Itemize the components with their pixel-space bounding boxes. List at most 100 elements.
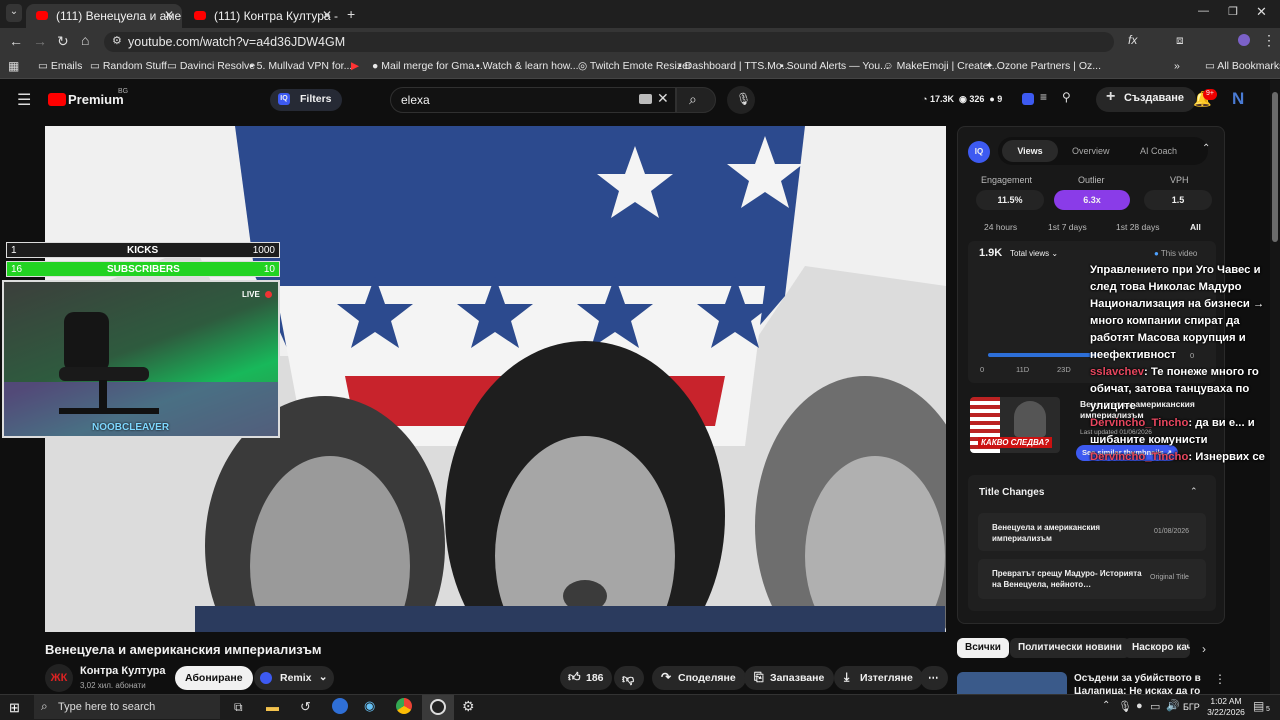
- chip-political-news[interactable]: Политически новини: [1010, 638, 1130, 658]
- youtube-logo-icon[interactable]: [48, 93, 66, 106]
- tab-overview[interactable]: Overview: [1072, 146, 1110, 156]
- chrome-profile-icon[interactable]: [332, 698, 348, 714]
- back-icon[interactable]: ←: [9, 33, 23, 49]
- filters-button[interactable]: IQ Filters: [270, 89, 342, 111]
- task-view-icon[interactable]: ⧉: [234, 700, 243, 715]
- scrollbar-thumb[interactable]: [1272, 92, 1278, 242]
- apps-grid-icon[interactable]: ▦: [8, 59, 19, 73]
- rec-menu-icon[interactable]: ⋮: [1214, 672, 1226, 686]
- tab-views[interactable]: Views: [1002, 140, 1058, 162]
- title-changes-chevron-icon[interactable]: ⌃: [1190, 486, 1198, 497]
- range-7d[interactable]: 1st 7 days: [1048, 222, 1087, 232]
- extensions-icon[interactable]: ⧈: [1176, 33, 1184, 48]
- browser-menu-icon[interactable]: ⋮: [1262, 32, 1276, 49]
- keyboard-icon[interactable]: [639, 94, 652, 104]
- tab-kontra[interactable]: (111) Контра Култура - YouTub… ✕: [184, 4, 340, 28]
- range-24h[interactable]: 24 hours: [984, 222, 1017, 232]
- notification-center-icon[interactable]: ▤: [1253, 699, 1264, 713]
- new-tab-icon[interactable]: +: [347, 6, 355, 22]
- taskbar-app-icon[interactable]: ↺: [300, 699, 311, 715]
- search-input[interactable]: elexa: [390, 87, 676, 113]
- channel-avatar[interactable]: ЖК: [45, 664, 73, 692]
- bookmark-tts[interactable]: ▪ Dashboard | TTS.Mo...: [678, 60, 790, 72]
- maximize-icon[interactable]: ❐: [1228, 5, 1238, 18]
- bookmark-sound-alerts[interactable]: ▪ Sound Alerts — You...: [780, 60, 889, 72]
- save-button[interactable]: ⎘ Запазване: [744, 666, 835, 690]
- bookmarks-overflow-icon[interactable]: »: [1174, 60, 1180, 72]
- rec-thumbnail[interactable]: [957, 672, 1067, 694]
- home-icon[interactable]: ⌂: [81, 32, 89, 48]
- page-scrollbar[interactable]: [1270, 80, 1280, 694]
- live-badge: LIVE: [242, 290, 260, 299]
- tab-close-icon[interactable]: ✕: [322, 8, 332, 22]
- more-actions-button[interactable]: ⋯: [920, 666, 948, 690]
- bookmark-ozone[interactable]: ✦ Ozone Partners | Oz...: [985, 60, 1101, 72]
- search-button[interactable]: ⌕: [676, 87, 716, 113]
- chrome-icon[interactable]: [396, 698, 412, 714]
- chip-all[interactable]: Всички: [957, 638, 1009, 658]
- site-info-icon[interactable]: ⚙: [112, 34, 122, 47]
- address-input[interactable]: ⚙ youtube.com/watch?v=a4d36JDW4GM: [104, 32, 1114, 52]
- url-text: youtube.com/watch?v=a4d36JDW4GM: [128, 35, 346, 49]
- premium-logo[interactable]: Premium: [68, 92, 124, 107]
- share-button[interactable]: ↷ Споделяне: [652, 666, 746, 690]
- bookmark-youtube-icon[interactable]: ▶: [351, 60, 359, 72]
- language-indicator[interactable]: БГР: [1183, 702, 1200, 712]
- close-window-icon[interactable]: ✕: [1256, 4, 1267, 20]
- similar-thumbnail[interactable]: КАКВО СЛЕДВА?: [970, 397, 1060, 453]
- taskbar-search[interactable]: ⌕ Type here to search: [34, 695, 220, 719]
- like-button[interactable]: 👍︎ 186: [560, 666, 612, 690]
- tray-mic-icon[interactable]: 🎙: [1118, 700, 1132, 713]
- extension-fx-icon[interactable]: fx: [1128, 33, 1137, 47]
- tray-volume-icon[interactable]: 🔊: [1166, 699, 1180, 712]
- channel-name[interactable]: Контра Култура: [80, 665, 166, 677]
- hamburger-menu-icon[interactable]: ☰: [17, 90, 31, 110]
- share-icon: ↷: [661, 670, 672, 684]
- bookmark-random-stuff[interactable]: ▭ Random Stuff: [90, 60, 167, 72]
- bookmark-mail-merge[interactable]: ● Mail merge for Gma...: [372, 60, 483, 72]
- vidiq-toolbar-icon[interactable]: [1022, 93, 1034, 105]
- minimize-icon[interactable]: —: [1198, 5, 1209, 17]
- all-bookmarks[interactable]: ▭ All Bookmarks: [1205, 60, 1280, 72]
- forward-icon[interactable]: →: [33, 33, 47, 49]
- tab-venezuela[interactable]: (111) Венецуела и америк… ✕: [26, 4, 182, 28]
- list-icon[interactable]: ≡: [1040, 90, 1047, 104]
- clear-search-icon[interactable]: ✕: [657, 90, 669, 107]
- bookmark-mullvad[interactable]: ▪ 5. Mullvad VPN for...: [250, 60, 352, 72]
- bookmark-watch-learn[interactable]: ▪ Watch & learn how...: [476, 60, 579, 72]
- bookmark-makeemoji[interactable]: ☺ MakeEmoji | Create...: [883, 60, 997, 72]
- tray-chevron-icon[interactable]: ⌃: [1102, 700, 1110, 711]
- profile-avatar[interactable]: [1238, 34, 1250, 46]
- download-button[interactable]: ⤓ Изтегляне: [834, 666, 923, 690]
- file-explorer-icon[interactable]: ▬: [266, 699, 279, 714]
- windows-start-icon[interactable]: ⊞: [9, 700, 20, 716]
- total-views-select[interactable]: Total views ⌄: [1010, 249, 1058, 258]
- dislike-button[interactable]: 👎︎: [614, 666, 644, 690]
- range-28d[interactable]: 1st 28 days: [1116, 222, 1159, 232]
- remix-button[interactable]: Remix ⌄: [254, 666, 334, 690]
- tab-close-icon[interactable]: ✕: [164, 8, 174, 22]
- trophy-icon[interactable]: ⚲: [1062, 90, 1071, 104]
- tray-network-icon[interactable]: ▭: [1150, 700, 1160, 713]
- taskbar-clock[interactable]: 1:02 AM 3/22/2026: [1202, 696, 1250, 718]
- reload-icon[interactable]: ↻: [57, 33, 69, 50]
- bookmark-emails[interactable]: ▭ Emails: [38, 60, 82, 72]
- bookmark-davinci[interactable]: ▭ Davinci Resolve: [167, 60, 255, 72]
- steam-icon[interactable]: ◉: [364, 698, 375, 714]
- tab-ai-coach[interactable]: AI Coach: [1140, 146, 1177, 156]
- chip-recent[interactable]: Наскоро кач: [1124, 638, 1190, 658]
- create-button[interactable]: + Създаване: [1096, 87, 1197, 112]
- youtube-favicon-icon: [194, 11, 206, 20]
- settings-gear-icon[interactable]: ⚙: [462, 698, 475, 715]
- rec-title[interactable]: Осъдени за убийството в Цалапица: Не иск…: [1074, 672, 1204, 694]
- account-avatar[interactable]: N: [1232, 89, 1244, 109]
- voice-search-button[interactable]: 🎙: [727, 86, 755, 114]
- tab-search-icon[interactable]: ⌄: [6, 4, 22, 22]
- range-all[interactable]: All: [1190, 222, 1201, 232]
- subscribe-button[interactable]: Абониране: [175, 666, 253, 690]
- bookmark-emote-resizer[interactable]: ◎ Twitch Emote Resizer: [578, 60, 691, 72]
- tray-app-icon[interactable]: ●: [1136, 700, 1143, 712]
- collapse-chevron-icon[interactable]: ⌃: [1202, 143, 1210, 154]
- obs-taskbar-button[interactable]: [422, 695, 454, 720]
- chips-next-icon[interactable]: ›: [1202, 642, 1206, 656]
